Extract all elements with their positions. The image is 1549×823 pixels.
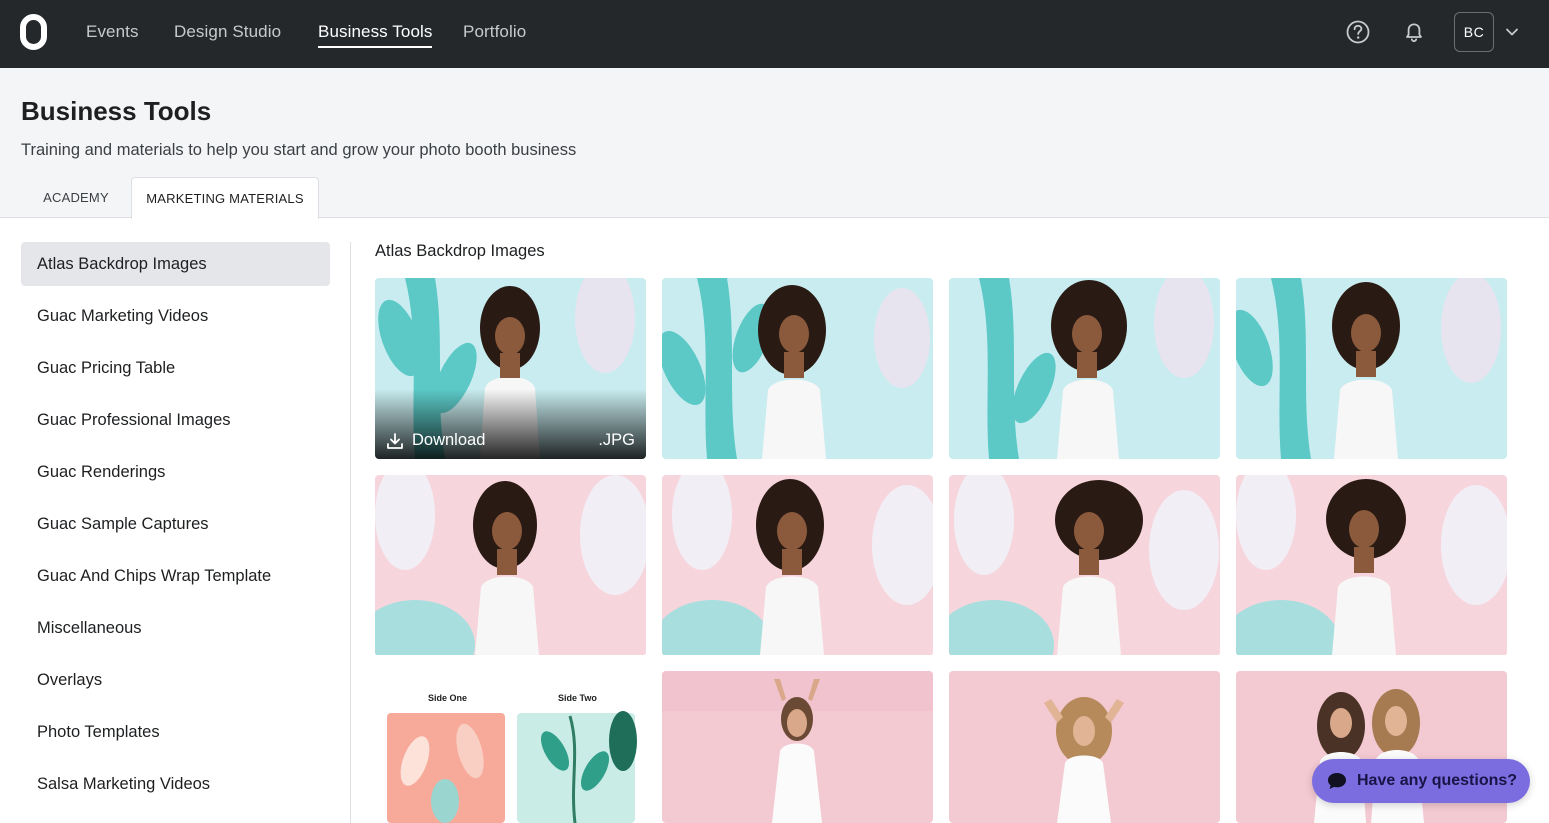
template-side-two-label: Side Two [558,693,597,703]
gallery-image[interactable] [949,278,1220,459]
sidebar-item-guac-renderings[interactable]: Guac Renderings [21,450,330,494]
download-icon [387,432,403,449]
chat-bubble-icon [1328,773,1346,789]
sidebar-item-photo-templates[interactable]: Photo Templates [21,710,330,754]
logo-icon[interactable] [20,14,47,50]
nav-design-studio[interactable]: Design Studio [174,22,281,50]
sidebar-item-miscellaneous[interactable]: Miscellaneous [21,606,330,650]
template-side-one-label: Side One [428,693,468,703]
chat-label: Have any questions? [1357,772,1518,789]
sidebar-item-guac-sample-captures[interactable]: Guac Sample Captures [21,502,330,546]
page-title: Business Tools [21,96,212,126]
pink-backdrop-photo [949,671,1220,823]
sidebar-item-guac-and-chips-wrap-template[interactable]: Guac And Chips Wrap Template [21,554,330,598]
chevron-down-icon[interactable] [1504,24,1520,40]
gallery-image[interactable] [662,475,933,656]
gallery-image[interactable] [662,278,933,459]
sidebar-item-overlays[interactable]: Overlays [21,658,330,702]
pink-backdrop-photo [949,475,1220,655]
pink-backdrop-photo [662,671,933,823]
top-navigation-bar: Events Design Studio Business Tools Port… [0,0,1549,68]
tab-academy[interactable]: ACADEMY [21,177,131,219]
template-preview-graphic [375,671,646,823]
pink-backdrop-photo [662,475,933,655]
teal-backdrop-photo [662,278,933,459]
download-label: Download [412,431,486,449]
nav-events[interactable]: Events [86,22,139,50]
sidebar-item-guac-professional-images[interactable]: Guac Professional Images [21,398,330,442]
nav-portfolio[interactable]: Portfolio [463,22,526,50]
nav-business-tools[interactable]: Business Tools [318,22,433,50]
gallery-title: Atlas Backdrop Images [375,242,545,260]
sidebar-item-guac-pricing-table[interactable]: Guac Pricing Table [21,346,330,390]
page-subtitle: Training and materials to help you start… [21,141,577,159]
gallery-image[interactable]: Download .JPG [375,278,646,459]
teal-backdrop-photo [1236,278,1507,459]
avatar[interactable]: BC [1454,12,1494,52]
gallery-image[interactable] [1236,278,1507,459]
teal-backdrop-photo [949,278,1220,459]
backdrop-template-preview[interactable]: Side One Side Two [375,671,646,823]
page-header: Business Tools Training and materials to… [0,68,1549,219]
sidebar-item-salsa-marketing-videos[interactable]: Salsa Marketing Videos [21,762,330,806]
gallery-image[interactable] [662,671,933,823]
download-button[interactable]: Download [386,431,485,450]
bell-icon[interactable] [1401,18,1427,46]
pink-backdrop-photo [375,475,646,655]
gallery-image[interactable] [949,475,1220,656]
gallery-image[interactable] [375,475,646,656]
sidebar-item-atlas-backdrop-images[interactable]: Atlas Backdrop Images [21,242,330,286]
gallery-image[interactable] [1236,475,1507,656]
pink-backdrop-photo [1236,475,1507,655]
sidebar-item-guac-marketing-videos[interactable]: Guac Marketing Videos [21,294,330,338]
gallery-image[interactable] [949,671,1220,823]
sidebar-divider [350,242,351,823]
file-type-label: .JPG [598,431,635,449]
help-icon[interactable] [1345,18,1371,46]
help-chat-button[interactable]: Have any questions? [1312,759,1530,803]
tab-marketing-materials[interactable]: MARKETING MATERIALS [131,177,319,219]
